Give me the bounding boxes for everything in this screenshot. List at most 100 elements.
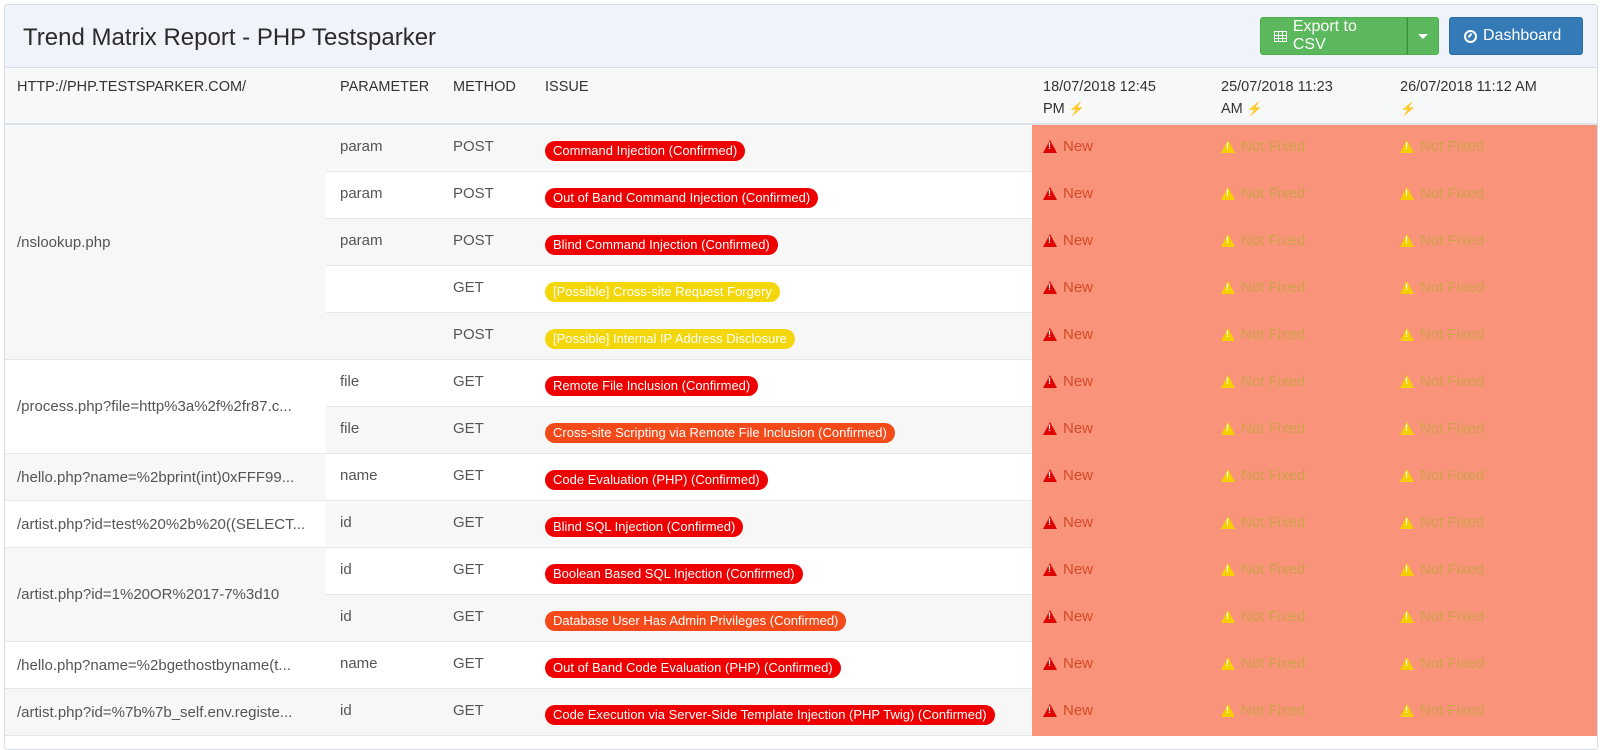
warning-icon: [1400, 704, 1414, 717]
warning-icon: [1221, 469, 1235, 482]
issue-badge[interactable]: Code Execution via Server-Side Template …: [545, 705, 995, 725]
warning-icon: [1221, 422, 1235, 435]
status-not-fixed: Not Fixed: [1400, 514, 1484, 531]
issue-badge[interactable]: Out of Band Command Injection (Confirmed…: [545, 188, 819, 208]
warning-icon: [1221, 187, 1235, 200]
table-row[interactable]: param POST Command Injection (Confirmed) Ne…: [5, 125, 1597, 172]
status-cells: [1032, 219, 1597, 266]
parameter-cell: param: [340, 138, 383, 155]
issue-badge[interactable]: Remote File Inclusion (Confirmed): [545, 376, 759, 396]
warning-icon: [1400, 234, 1414, 247]
parameter-cell: param: [340, 232, 383, 249]
method-cell: POST: [453, 326, 494, 343]
issue-badge[interactable]: [Possible] Internal IP Address Disclosur…: [545, 329, 795, 349]
status-label: Not Fixed: [1420, 373, 1485, 390]
table-row[interactable]: id GET Blind SQL Injection (Confirmed) New N…: [5, 501, 1597, 548]
status-not-fixed: Not Fixed: [1400, 326, 1484, 343]
table-row[interactable]: name GET Out of Band Code Evaluation (PHP)…: [5, 642, 1597, 689]
warning-icon: [1400, 657, 1414, 670]
status-new: New: [1043, 561, 1093, 578]
issue-badge[interactable]: Blind Command Injection (Confirmed): [545, 235, 778, 255]
status-label: New: [1063, 138, 1094, 155]
table-row[interactable]: file GET Remote File Inclusion (Confirmed)…: [5, 360, 1597, 407]
status-not-fixed: Not Fixed: [1400, 185, 1484, 202]
parameter-cell: name: [340, 655, 378, 672]
status-label: Not Fixed: [1241, 232, 1306, 249]
issue-badge[interactable]: Command Injection (Confirmed): [545, 141, 746, 161]
export-dropdown-toggle[interactable]: [1407, 17, 1439, 55]
date-2-line1: 25/07/2018 11:23: [1221, 79, 1333, 95]
status-not-fixed: Not Fixed: [1400, 420, 1484, 437]
issue-badge[interactable]: [Possible] Cross-site Request Forgery: [545, 282, 780, 302]
warning-icon: [1221, 234, 1235, 247]
table-row[interactable]: id GET Database User Has Admin Privileges …: [5, 595, 1597, 642]
method-cell: POST: [453, 138, 494, 155]
status-new: New: [1043, 185, 1093, 202]
status-label: Not Fixed: [1241, 326, 1306, 343]
table-row[interactable]: param POST Blind Command Injection (Confir…: [5, 219, 1597, 266]
dashboard-button[interactable]: Dashboard: [1449, 17, 1583, 55]
status-cells: [1032, 548, 1597, 595]
bolt-icon: ⚡: [1400, 101, 1417, 116]
parameter-cell: file: [340, 420, 360, 437]
parameter-cell: param: [340, 185, 383, 202]
table-row[interactable]: id GET Boolean Based SQL Injection (Confir…: [5, 548, 1597, 595]
table-row[interactable]: GET [Possible] Cross-site Request Forgery…: [5, 266, 1597, 313]
status-label: New: [1063, 326, 1094, 343]
column-header-date-3: 26/07/2018 11:12 AM ⚡: [1400, 76, 1575, 120]
status-new: New: [1043, 232, 1093, 249]
bolt-icon: ⚡: [1246, 101, 1263, 116]
table-row[interactable]: file GET Cross-site Scripting via Remote F…: [5, 407, 1597, 454]
issue-badge[interactable]: Database User Has Admin Privileges (Conf…: [545, 611, 847, 631]
status-not-fixed: Not Fixed: [1400, 279, 1484, 296]
table-row[interactable]: POST [Possible] Internal IP Address Discl…: [5, 313, 1597, 360]
issue-badge[interactable]: Out of Band Code Evaluation (PHP) (Confi…: [545, 658, 841, 678]
status-cells: [1032, 125, 1597, 172]
status-cells: [1032, 642, 1597, 689]
status-label: Not Fixed: [1241, 561, 1306, 578]
status-label: Not Fixed: [1420, 279, 1485, 296]
warning-icon: [1221, 657, 1235, 670]
table-row[interactable]: param POST Out of Band Command Injection (…: [5, 172, 1597, 219]
method-cell: POST: [453, 232, 494, 249]
status-cells: [1032, 454, 1597, 501]
table-row[interactable]: name GET Code Evaluation (PHP) (Confirmed)…: [5, 454, 1597, 501]
warning-icon: [1043, 140, 1057, 153]
status-label: New: [1063, 655, 1094, 672]
method-cell: GET: [453, 514, 484, 531]
warning-icon: [1221, 516, 1235, 529]
method-cell: POST: [453, 185, 494, 202]
issue-badge[interactable]: Blind SQL Injection (Confirmed): [545, 517, 744, 537]
export-csv-button[interactable]: Export to CSV: [1260, 17, 1407, 55]
dashboard-icon: [1464, 29, 1477, 43]
status-not-fixed: Not Fixed: [1221, 279, 1305, 296]
caret-down-icon: [1418, 33, 1428, 39]
method-cell: GET: [453, 279, 484, 296]
column-header-method: METHOD: [453, 79, 516, 95]
issue-badge[interactable]: Boolean Based SQL Injection (Confirmed): [545, 564, 803, 584]
report-panel: Trend Matrix Report - PHP Testsparker Ex…: [4, 4, 1598, 750]
status-label: New: [1063, 373, 1094, 390]
warning-icon: [1043, 328, 1057, 341]
status-label: Not Fixed: [1241, 467, 1306, 484]
status-new: New: [1043, 138, 1093, 155]
status-label: Not Fixed: [1420, 420, 1485, 437]
status-cells: [1032, 501, 1597, 548]
issue-badge[interactable]: Cross-site Scripting via Remote File Inc…: [545, 423, 895, 443]
column-header-issue: ISSUE: [545, 79, 589, 95]
status-cells: [1032, 266, 1597, 313]
status-not-fixed: Not Fixed: [1400, 138, 1484, 155]
status-label: New: [1063, 232, 1094, 249]
issue-badge[interactable]: Code Evaluation (PHP) (Confirmed): [545, 470, 768, 490]
table-row[interactable]: id GET Code Execution via Server-Side Temp…: [5, 689, 1597, 736]
status-not-fixed: Not Fixed: [1221, 373, 1305, 390]
status-not-fixed: Not Fixed: [1400, 373, 1484, 390]
status-new: New: [1043, 373, 1093, 390]
warning-icon: [1043, 516, 1057, 529]
warning-icon: [1400, 422, 1414, 435]
warning-icon: [1043, 234, 1057, 247]
date-3-line1: 26/07/2018 11:12 AM: [1400, 79, 1537, 95]
warning-icon: [1221, 563, 1235, 576]
status-new: New: [1043, 702, 1093, 719]
status-label: Not Fixed: [1420, 702, 1485, 719]
